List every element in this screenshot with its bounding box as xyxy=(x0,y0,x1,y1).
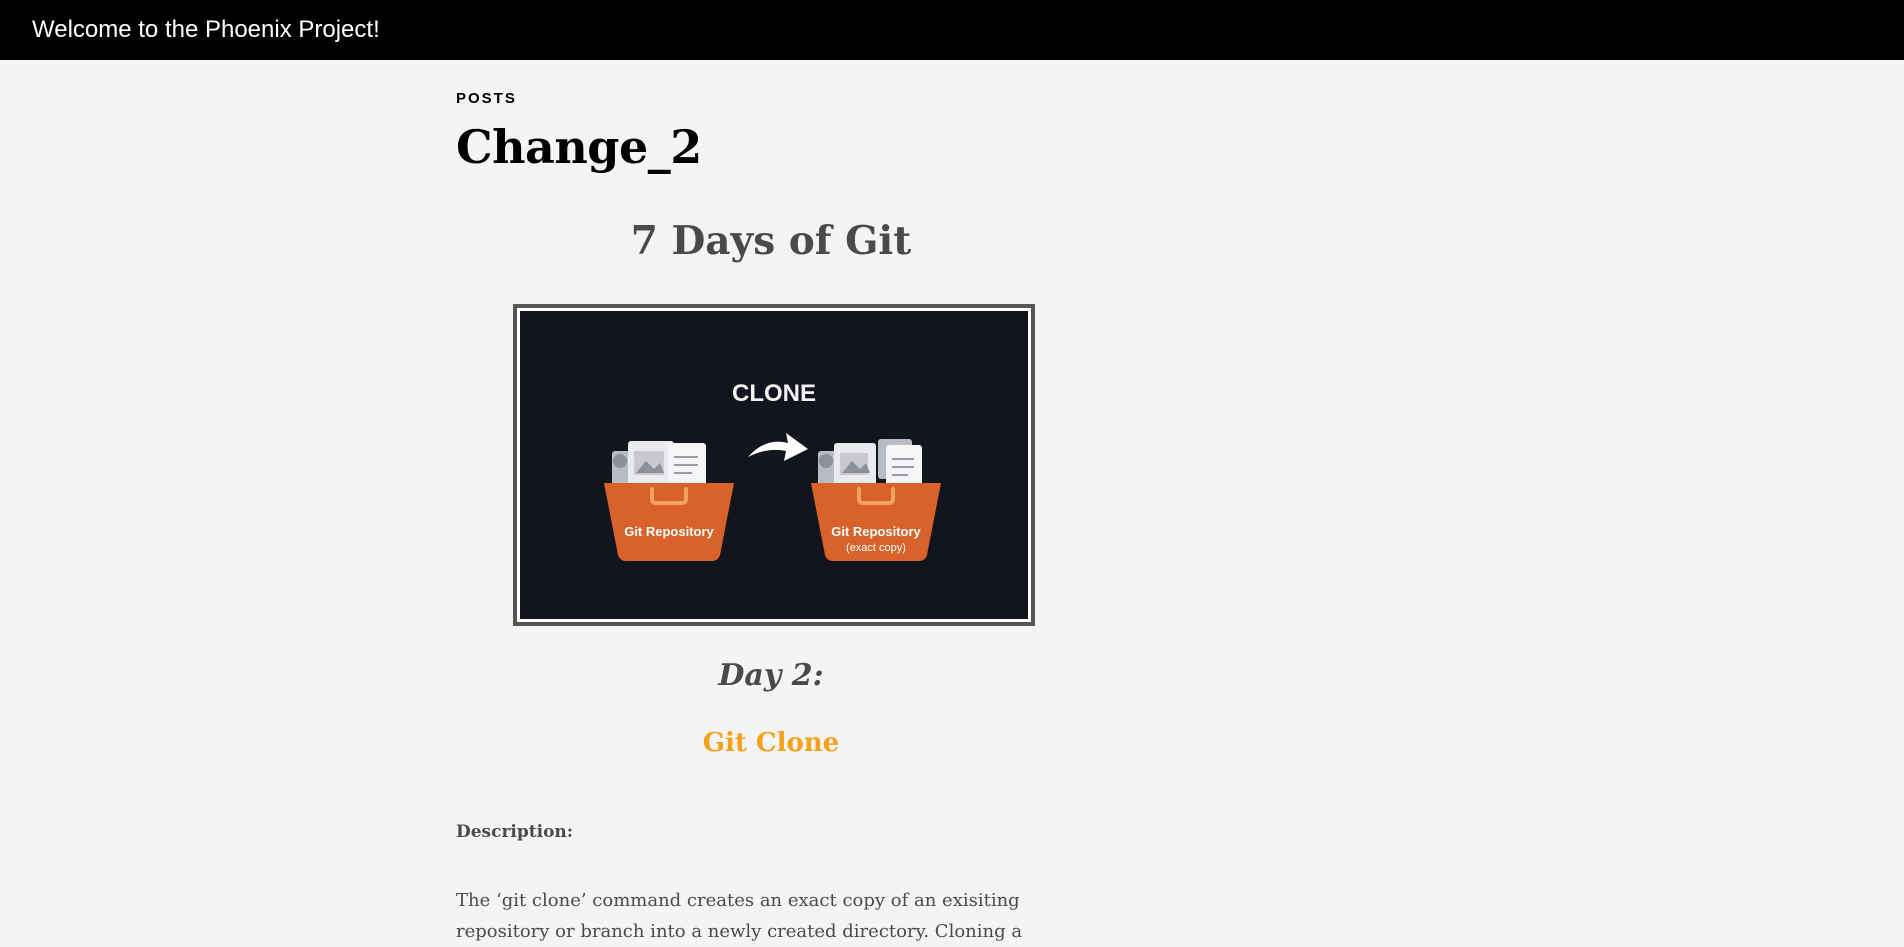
copied-repository-box: Git Repository (exact copy) xyxy=(811,439,941,561)
topic-label: Git Clone xyxy=(702,728,840,758)
site-title[interactable]: Welcome to the Phoenix Project! xyxy=(32,18,380,42)
left-box-label: Git Repository xyxy=(624,524,714,539)
series-title: 7 Days of Git xyxy=(630,218,912,264)
post-category-label[interactable]: POSTS xyxy=(456,90,517,107)
source-repository-box: Git Repository xyxy=(604,441,734,561)
description-heading: Description: xyxy=(456,822,574,842)
day-label: Day 2: xyxy=(718,658,824,693)
right-box-sublabel: (exact copy) xyxy=(846,542,906,554)
illustration-clone-text: CLONE xyxy=(732,380,816,407)
clone-arrow-icon xyxy=(748,433,808,461)
description-body: The ‘git clone’ command creates an exact… xyxy=(456,885,1028,947)
git-clone-illustration: CLONE Git Repository Git Repository (exa… xyxy=(513,304,1035,626)
description-line: repository or branch into a newly create… xyxy=(456,921,1023,942)
top-header-bar: Welcome to the Phoenix Project! xyxy=(0,0,1904,60)
post-title: Change_2 xyxy=(456,120,702,174)
right-box-label: Git Repository xyxy=(831,524,921,539)
description-line: The ‘git clone’ command creates an exact… xyxy=(456,890,1020,911)
illustration-canvas: CLONE Git Repository Git Repository (exa… xyxy=(520,311,1028,619)
